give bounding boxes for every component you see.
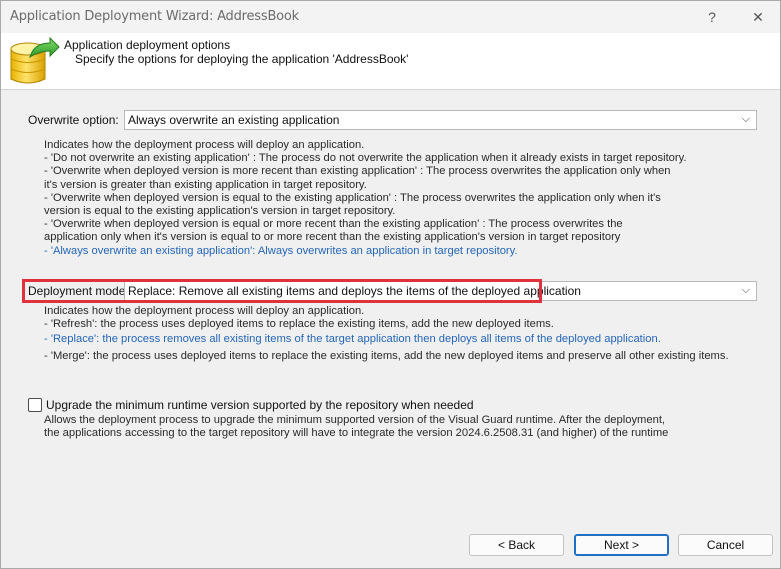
overwrite-desc-selected: - 'Always overwrite an existing applicat… [44,244,518,257]
close-button[interactable]: ✕ [737,1,779,33]
title-bar: Application Deployment Wizard: AddressBo… [1,1,780,33]
cancel-button[interactable]: Cancel [678,534,773,556]
overwrite-desc-line: application only when it's version is eq… [44,231,621,244]
overwrite-desc-line: version is equal to the existing applica… [44,205,396,218]
overwrite-desc-line: - 'Overwrite when deployed version is eq… [44,191,661,204]
deployment-description: Indicates how the deployment process wil… [44,305,729,363]
overwrite-option-label: Overwrite option: [28,113,119,127]
header-subtitle: Specify the options for deploying the ap… [75,52,409,66]
deployment-desc-line: - 'Merge': the process uses deployed ite… [44,349,729,362]
overwrite-option-value: Always overwrite an existing application [128,113,340,127]
help-button[interactable]: ? [691,1,733,33]
deployment-mode-select[interactable]: Replace: Remove all existing items and d… [124,281,757,301]
overwrite-desc-line: - 'Overwrite when deployed version is eq… [44,218,623,231]
overwrite-desc-line: Indicates how the deployment process wil… [44,139,365,151]
database-deploy-icon [10,37,60,84]
header-title: Application deployment options [64,38,231,52]
overwrite-desc-line: - 'Do not overwrite an existing applicat… [44,152,687,165]
upgrade-runtime-checkbox[interactable] [28,398,42,412]
deployment-mode-value: Replace: Remove all existing items and d… [128,284,581,298]
upgrade-description: Allows the deployment process to upgrade… [44,414,668,440]
deployment-desc-selected: - 'Replace': the process removes all exi… [44,333,661,346]
wizard-window: Application Deployment Wizard: AddressBo… [0,0,781,569]
window-title: Application Deployment Wizard: AddressBo… [10,9,299,24]
overwrite-option-select[interactable]: Always overwrite an existing application… [124,110,757,130]
upgrade-desc-line: Allows the deployment process to upgrade… [44,414,666,426]
deployment-desc-line: Indicates how the deployment process wil… [44,305,365,317]
overwrite-desc-line: - 'Overwrite when deployed version is mo… [44,165,671,178]
chevron-down-icon: ⌵ [741,284,750,296]
overwrite-desc-line: it's version is greater than existing ap… [44,178,367,191]
deployment-mode-label: Deployment mode: [28,284,129,298]
deployment-desc-line: - 'Refresh': the process uses deployed i… [44,318,554,331]
overwrite-description: Indicates how the deployment process wil… [44,139,687,258]
upgrade-runtime-label: Upgrade the minimum runtime version supp… [46,398,474,412]
wizard-header: Application deployment options Specify t… [1,33,780,90]
chevron-down-icon: ⌵ [741,113,750,125]
next-button[interactable]: Next > [574,534,669,556]
back-button[interactable]: < Back [469,534,564,556]
upgrade-desc-line: the applications accessing to the target… [44,427,669,440]
